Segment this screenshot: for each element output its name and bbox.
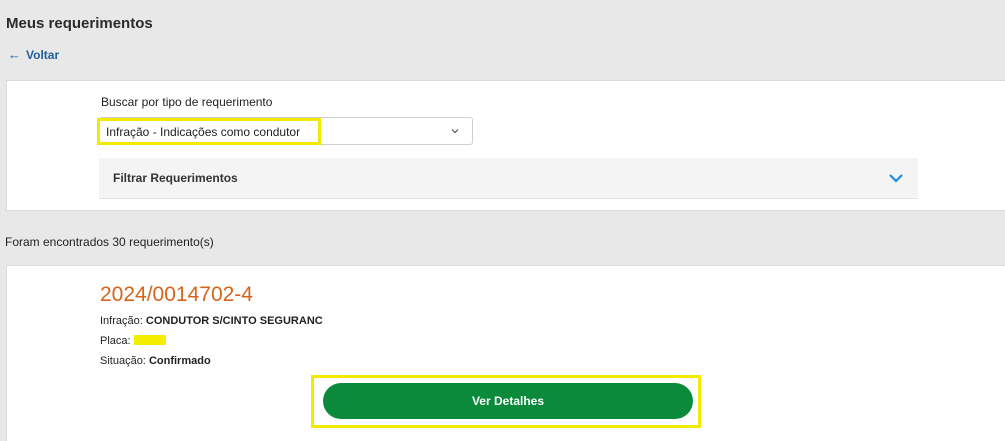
plate-line: Placa:: [100, 335, 166, 347]
request-number: 2024/0014702-4: [100, 283, 253, 306]
filter-accordion[interactable]: Filtrar Requerimentos: [99, 158, 918, 199]
accordion-label: Filtrar Requerimentos: [113, 171, 238, 185]
status-value: Confirmado: [148, 355, 211, 367]
select-highlight: [97, 118, 321, 145]
filter-label: Buscar por tipo de requerimento: [101, 95, 273, 109]
infraction-value: CONDUTOR S/CINTO SEGURANC: [145, 315, 323, 327]
chevron-down-icon: [451, 129, 459, 134]
back-link[interactable]: ← Voltar: [8, 47, 59, 62]
page-title: Meus requerimentos: [6, 15, 153, 32]
status-line: Situação: Confirmado: [100, 355, 211, 367]
plate-label: Placa:: [100, 335, 131, 347]
back-label: Voltar: [26, 47, 60, 62]
results-count: Foram encontrados 30 requerimento(s): [5, 235, 214, 249]
infraction-line: Infração: CONDUTOR S/CINTO SEGURANC: [100, 315, 323, 327]
arrow-left-icon: ←: [8, 47, 21, 62]
details-button[interactable]: Ver Detalhes: [323, 383, 693, 419]
filter-card: Buscar por tipo de requerimento Infração…: [6, 80, 1005, 211]
plate-redaction: [133, 335, 166, 345]
infraction-label: Infração:: [100, 315, 143, 327]
chevron-down-icon: [889, 174, 903, 183]
status-label: Situação:: [100, 355, 146, 367]
